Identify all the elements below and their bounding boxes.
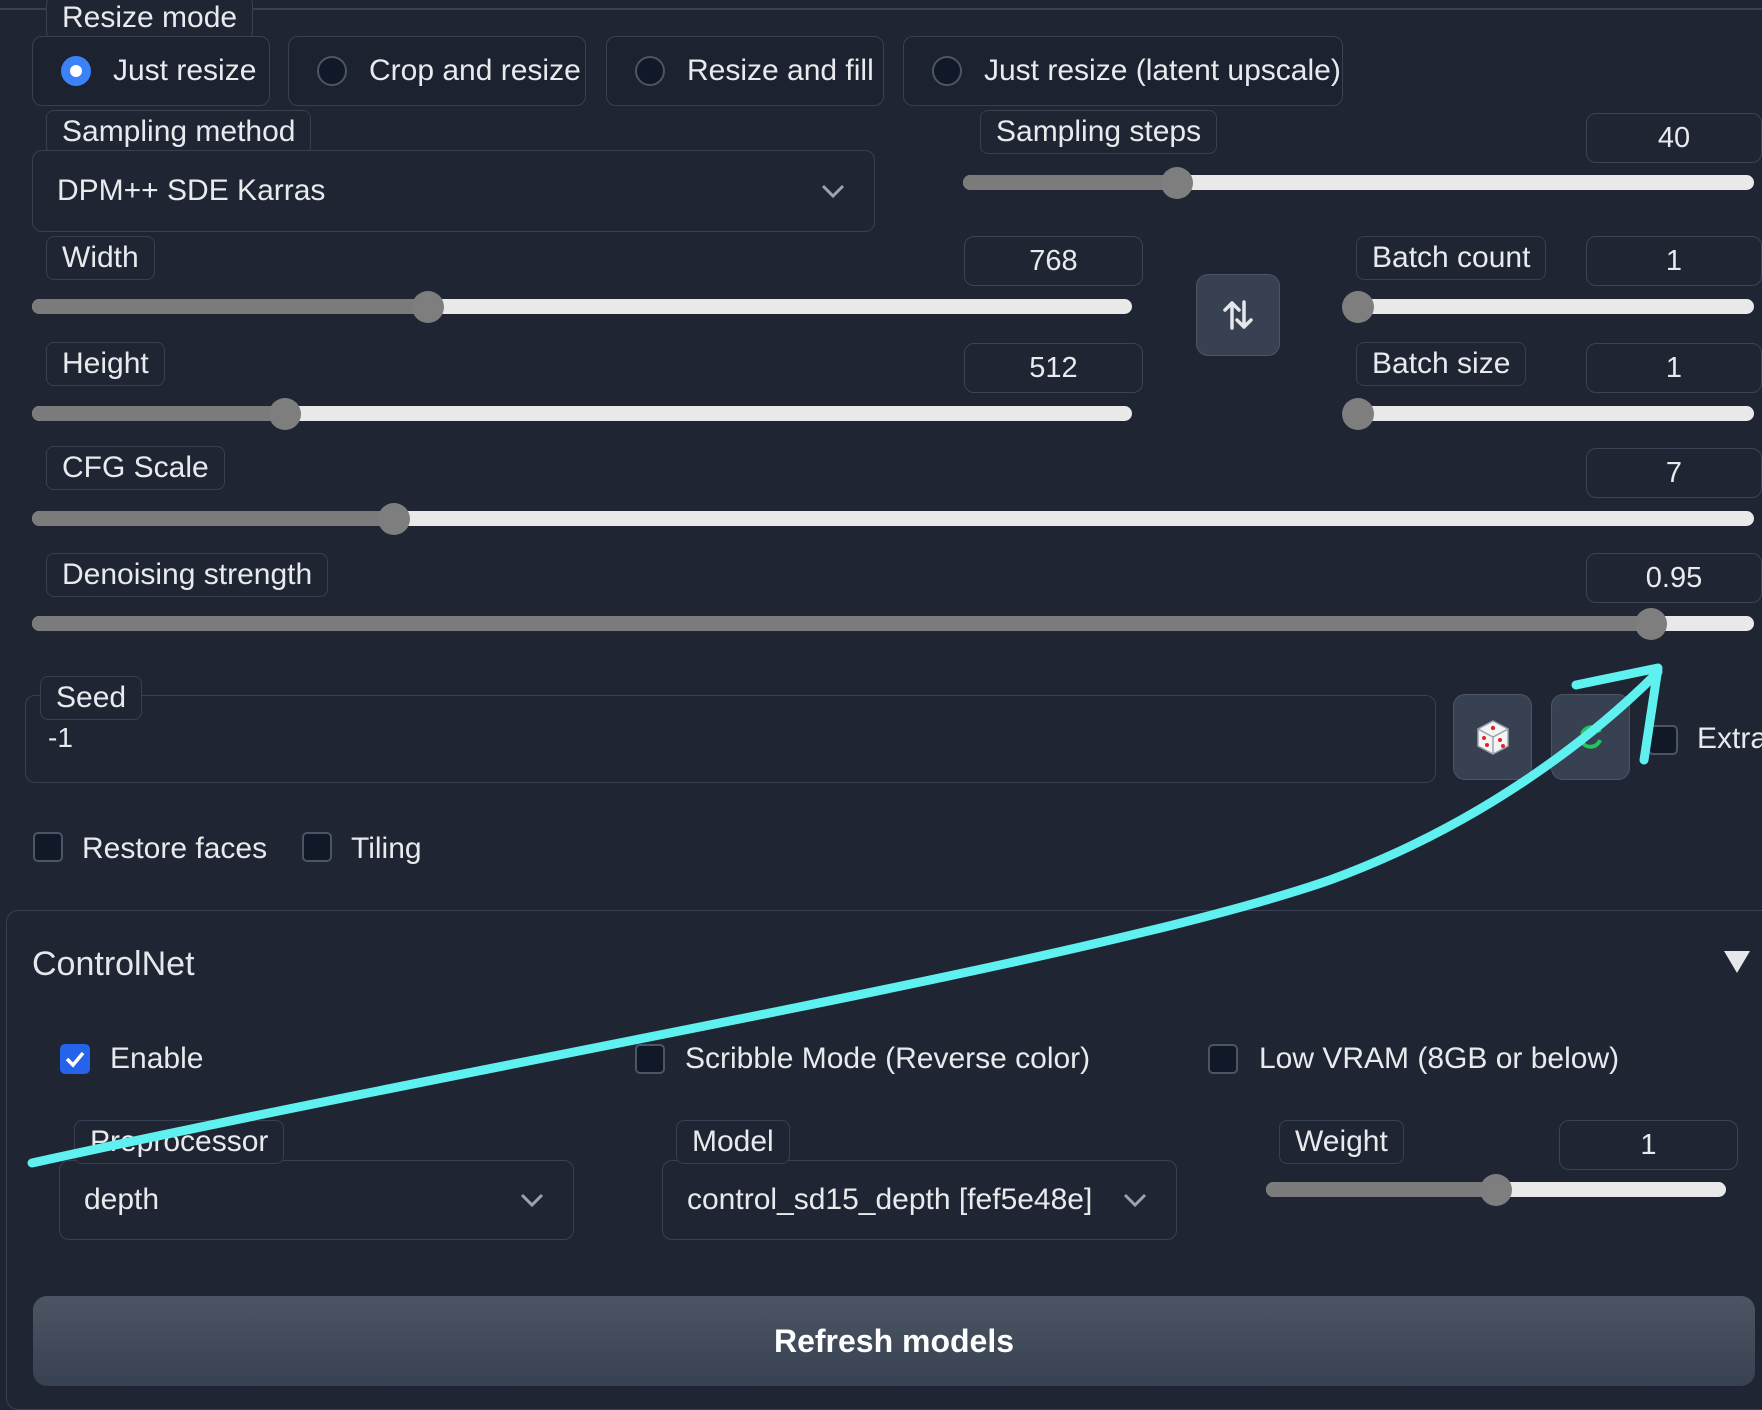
radio-label: Just resize (113, 54, 257, 87)
radio-just-resize[interactable]: Just resize (32, 36, 270, 106)
cfg-scale-label: CFG Scale (46, 446, 225, 490)
sampling-steps-input[interactable]: 40 (1586, 113, 1762, 163)
denoising-strength-input[interactable]: 0.95 (1586, 553, 1762, 603)
radio-indicator (317, 56, 347, 86)
enable-checkbox[interactable] (60, 1044, 90, 1074)
seed-field[interactable]: -1 (25, 695, 1436, 783)
radio-crop-and-resize[interactable]: Crop and resize (288, 36, 586, 106)
radio-resize-and-fill[interactable]: Resize and fill (606, 36, 884, 106)
scribble-mode-label: Scribble Mode (Reverse color) (685, 1042, 1091, 1075)
denoising-strength-slider[interactable] (32, 607, 1754, 640)
sampling-method-value: DPM++ SDE Karras (57, 174, 326, 207)
width-slider[interactable] (32, 290, 1132, 323)
sampling-steps-label: Sampling steps (980, 110, 1218, 154)
weight-input[interactable]: 1 (1559, 1120, 1738, 1170)
slider-fill (32, 406, 285, 421)
slider-thumb[interactable] (1342, 290, 1374, 323)
radio-label: Just resize (latent upscale) (984, 54, 1341, 87)
chevron-down-icon (821, 184, 845, 199)
scribble-mode-checkbox[interactable] (635, 1044, 665, 1074)
restore-faces-checkbox[interactable] (33, 832, 63, 862)
refresh-models-label: Refresh models (773, 1322, 1015, 1359)
refresh-models-button[interactable]: Refresh models (33, 1296, 1755, 1386)
slider-fill (32, 511, 394, 526)
height-label: Height (46, 342, 165, 386)
model-dropdown[interactable]: control_sd15_depth [fef5e48e] (662, 1160, 1177, 1240)
batch-size-slider[interactable] (1342, 397, 1754, 430)
radio-indicator (932, 56, 962, 86)
reuse-seed-button[interactable] (1551, 694, 1630, 780)
slider-fill (963, 175, 1177, 190)
slider-thumb[interactable] (1160, 166, 1193, 199)
low-vram-label: Low VRAM (8GB or below) (1259, 1042, 1620, 1075)
radio-indicator (61, 56, 91, 86)
random-seed-button[interactable] (1453, 694, 1532, 780)
slider-fill (32, 616, 1651, 631)
seed-value: -1 (48, 722, 73, 753)
enable-label: Enable (110, 1042, 204, 1075)
panel-top-border (0, 8, 1762, 10)
extra-label: Extra (1697, 722, 1762, 755)
batch-count-slider[interactable] (1342, 290, 1754, 323)
controlnet-title[interactable]: ControlNet (32, 945, 195, 984)
cfg-scale-input[interactable]: 7 (1586, 448, 1762, 498)
batch-size-label: Batch size (1356, 342, 1527, 386)
weight-slider[interactable] (1266, 1173, 1726, 1206)
denoising-strength-label: Denoising strength (46, 553, 329, 597)
preprocessor-value: depth (84, 1183, 160, 1216)
height-input[interactable]: 512 (964, 343, 1143, 393)
slider-thumb[interactable] (412, 290, 444, 323)
batch-count-label: Batch count (1356, 236, 1547, 280)
extra-checkbox[interactable] (1648, 725, 1678, 755)
tiling-checkbox[interactable] (302, 832, 332, 862)
slider-thumb[interactable] (1634, 607, 1667, 640)
preprocessor-label: Preprocessor (74, 1120, 285, 1164)
slider-thumb[interactable] (269, 397, 301, 430)
width-input[interactable]: 768 (964, 236, 1143, 286)
resize-mode-label: Resize mode (46, 0, 254, 40)
sampling-method-label: Sampling method (46, 110, 312, 154)
cfg-scale-slider[interactable] (32, 502, 1754, 535)
slider-thumb[interactable] (1480, 1173, 1512, 1206)
recycle-icon (1579, 725, 1602, 749)
weight-label: Weight (1279, 1120, 1404, 1164)
seed-label: Seed (40, 676, 143, 720)
slider-thumb[interactable] (1342, 397, 1374, 430)
preprocessor-dropdown[interactable]: depth (59, 1160, 574, 1240)
checkmark-icon (65, 1051, 85, 1068)
model-value: control_sd15_depth [fef5e48e] (687, 1183, 1093, 1216)
width-label: Width (46, 236, 155, 280)
collapse-triangle-icon[interactable] (1723, 950, 1751, 974)
swap-vertical-icon (1223, 300, 1253, 330)
slider-fill (1266, 1182, 1496, 1197)
sampling-method-dropdown[interactable]: DPM++ SDE Karras (32, 150, 875, 232)
radio-label: Resize and fill (687, 54, 874, 87)
radio-label: Crop and resize (369, 54, 581, 87)
slider-fill (32, 299, 428, 314)
dice-icon (1476, 720, 1509, 755)
chevron-down-icon (520, 1193, 544, 1208)
swap-dimensions-button[interactable] (1196, 274, 1280, 356)
chevron-down-icon (1123, 1193, 1147, 1208)
tiling-label: Tiling (351, 832, 422, 865)
model-label: Model (676, 1120, 790, 1164)
height-slider[interactable] (32, 397, 1132, 430)
batch-size-input[interactable]: 1 (1586, 343, 1762, 393)
radio-indicator (635, 56, 665, 86)
sampling-steps-slider[interactable] (963, 166, 1754, 199)
slider-thumb[interactable] (377, 502, 410, 535)
restore-faces-label: Restore faces (82, 832, 268, 865)
radio-just-resize-latent-upscale[interactable]: Just resize (latent upscale) (903, 36, 1343, 106)
batch-count-input[interactable]: 1 (1586, 236, 1762, 286)
low-vram-checkbox[interactable] (1208, 1044, 1238, 1074)
